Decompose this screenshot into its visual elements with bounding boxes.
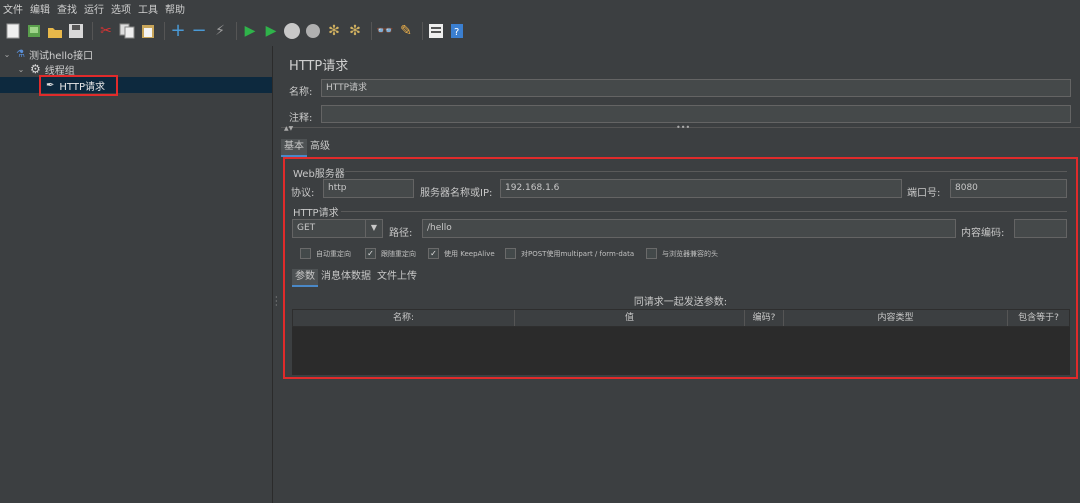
clear-icon[interactable]: ✻ <box>325 22 343 40</box>
paste-icon[interactable] <box>139 22 157 40</box>
split-pane-divider[interactable]: · · · <box>272 46 280 503</box>
start-no-pause-icon[interactable]: ▶ <box>262 22 280 40</box>
main-tabs: 基本 高级 <box>281 139 333 157</box>
toolbar-separator <box>422 22 423 40</box>
highlight-box-tree <box>39 75 118 96</box>
menu-file[interactable]: 文件 <box>0 1 27 16</box>
chevron-down-icon[interactable]: ⌄ <box>16 65 26 74</box>
toggle-icon[interactable]: ⚡ <box>211 22 229 40</box>
name-label: 名称: <box>289 87 313 98</box>
svg-text:?: ? <box>454 27 459 38</box>
shutdown-icon[interactable] <box>304 22 322 40</box>
open-icon[interactable] <box>46 22 64 40</box>
save-icon[interactable] <box>67 22 85 40</box>
reset-search-icon[interactable]: ✎ <box>397 22 415 40</box>
name-field[interactable]: HTTP请求 <box>321 79 1071 97</box>
start-icon[interactable]: ▶ <box>241 22 259 40</box>
tree-item-test-plan[interactable]: ⌄ ⚗ 测试hello接口 <box>2 46 94 62</box>
toolbar-separator <box>371 22 372 40</box>
help-icon[interactable]: ? <box>448 22 466 40</box>
comment-label: 注释: <box>289 113 313 124</box>
copy-icon[interactable] <box>118 22 136 40</box>
clear-all-icon[interactable]: ✻ <box>346 22 364 40</box>
chevron-down-icon[interactable]: ⌄ <box>2 50 12 59</box>
panel-title: HTTP请求 <box>289 59 349 74</box>
search-icon[interactable]: 👓 <box>376 22 394 40</box>
expand-icon[interactable]: + <box>169 22 187 40</box>
flask-icon: ⚗ <box>16 48 25 60</box>
function-helper-icon[interactable] <box>427 22 445 40</box>
new-icon[interactable] <box>4 22 22 40</box>
menu-options[interactable]: 选项 <box>108 1 135 16</box>
tree-item-label: 测试hello接口 <box>28 50 94 62</box>
toolbar-separator <box>92 22 93 40</box>
menu-run[interactable]: 运行 <box>81 1 108 16</box>
menu-help[interactable]: 帮助 <box>162 1 189 16</box>
menu-edit[interactable]: 编辑 <box>27 1 54 16</box>
tab-advanced[interactable]: 高级 <box>307 139 333 155</box>
gear-icon: ⚙ <box>30 62 41 76</box>
cut-icon[interactable]: ✂ <box>97 22 115 40</box>
test-plan-tree: ⌄ ⚗ 测试hello接口 ⌄ ⚙ 线程组 ✒ HTTP请求 <box>0 46 272 503</box>
comment-field[interactable] <box>321 105 1071 123</box>
highlight-box-panel <box>283 157 1078 379</box>
collapse-icon[interactable]: − <box>190 22 208 40</box>
toolbar-separator <box>236 22 237 40</box>
toolbar-separator <box>164 22 165 40</box>
menu-tools[interactable]: 工具 <box>135 1 162 16</box>
sampler-panel: HTTP请求 名称: HTTP请求 注释: ▲▼ ••• 基本 高级 Web服务… <box>281 46 1080 503</box>
toolbar: ✂ + − ⚡ ▶ ▶ ✻ ✻ 👓 ✎ ? <box>0 16 1080 46</box>
menu-search[interactable]: 查找 <box>54 1 81 16</box>
collapsible-divider[interactable]: ▲▼ ••• <box>281 123 1080 134</box>
tab-basic[interactable]: 基本 <box>281 139 307 157</box>
grip-handle: · · · <box>275 293 278 310</box>
templates-icon[interactable] <box>25 22 43 40</box>
stop-icon[interactable] <box>283 22 301 40</box>
menu-bar: 文件 编辑 查找 运行 选项 工具 帮助 <box>0 0 1080 16</box>
